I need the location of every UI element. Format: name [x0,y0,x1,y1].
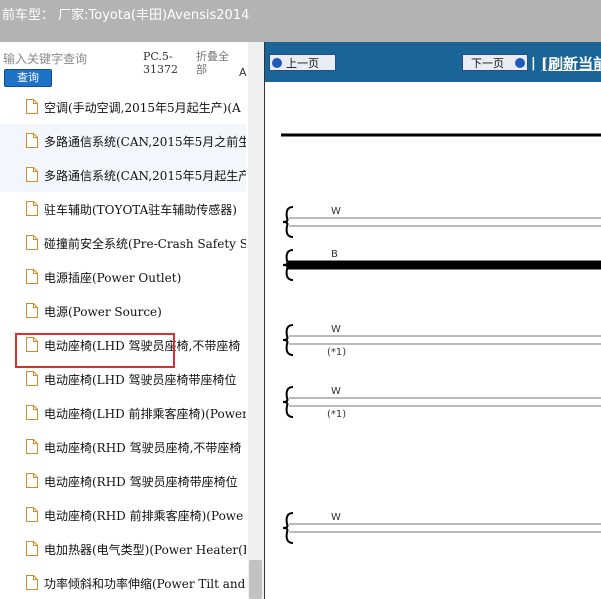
tree-item-label: 电源(Power Source) [44,305,162,319]
next-page-button[interactable]: 下一页 [462,54,528,71]
collapse-all-link[interactable]: 折叠全部 [196,50,234,76]
wiring-diagram: W B W (*1) W (*1) W [281,133,601,544]
wire: B [282,249,601,281]
tree-item[interactable]: 电动座椅(LHD 前排乘客座椅)(Power [0,396,246,430]
wire-note-label: (*1) [327,347,346,358]
wire-break-symbol [282,386,294,418]
tree-item[interactable]: 碰撞前安全系统(Pre-Crash Safety Sy [0,226,246,260]
tree-item[interactable]: 电动座椅(RHD 前排乘客座椅)(Powe [0,498,246,532]
arrow-left-icon [272,58,282,68]
tree-item[interactable]: 电动座椅(LHD 驾驶员座椅,不带座椅 [0,328,246,362]
tree-item[interactable]: 电源插座(Power Outlet) [0,260,246,294]
tree-scrollbar[interactable] [248,42,264,599]
document-icon [26,133,38,148]
tree-item-label: 多路通信系统(CAN,2015年5月起生产 [44,169,246,183]
tree-item-label: 电加热器(电气类型)(Power Heater(El [44,543,246,557]
document-icon [26,269,38,284]
tree-item[interactable]: 电动座椅(RHD 驾驶员座椅,不带座椅 [0,430,246,464]
document-tree: 空调(手动空调,2015年5月起生产)(A 多路通信系统(CAN,2015年5月之… [0,90,248,599]
code-label: PC.5-31372 [143,50,178,76]
search-input[interactable] [3,50,135,68]
document-icon [26,303,38,318]
tree-item[interactable]: 功率倾斜和功率伸缩(Power Tilt and [0,566,246,599]
wire-break-symbol [282,206,294,238]
tree-item[interactable]: 电动座椅(LHD 驾驶员座椅带座椅位 [0,362,246,396]
refresh-current-link[interactable]: [刷新当前 [541,53,601,74]
window-title: 前车型： 厂家:Toyota(丰田)Avensis2014 [2,8,250,23]
tree-scroll-thumb[interactable] [249,560,262,599]
wire: W (*1) [282,386,601,420]
document-icon [26,575,38,590]
tree-item-label: 功率倾斜和功率伸缩(Power Tilt and [44,577,246,591]
tree-item[interactable]: 空调(手动空调,2015年5月起生产)(A [0,90,246,124]
tree-item-label: 电源插座(Power Outlet) [44,271,182,285]
wire-break-symbol [282,324,294,356]
column-letter: A [239,66,247,79]
wire-color-label: W [331,206,341,217]
tree-item-label: 空调(手动空调,2015年5月起生产)(A [44,101,241,115]
tree-item-label: 电动座椅(RHD 驾驶员座椅,不带座椅 [44,441,242,455]
toolbar-separator: | [531,56,536,71]
viewer-toolbar: 上一页 下一页 | [刷新当前 [265,42,601,82]
wire-break-symbol [282,512,294,544]
document-icon [26,541,38,556]
document-icon [26,99,38,114]
tree-item[interactable]: 电加热器(电气类型)(Power Heater(El [0,532,246,566]
tree-item-label: 电动座椅(LHD 驾驶员座椅带座椅位 [44,373,237,387]
document-icon [26,507,38,522]
wire-color-label: B [331,249,338,260]
tree-item[interactable]: 驻车辅助(TOYOTA驻车辅助传感器) [0,192,246,226]
wire-color-label: W [331,386,341,397]
wire-note-label: (*1) [327,409,346,420]
document-icon [26,167,38,182]
tree-item-label: 电动座椅(LHD 驾驶员座椅,不带座椅 [44,339,241,353]
wire: W [282,206,601,238]
search-button[interactable]: 查询 [4,69,52,87]
document-icon [26,371,38,386]
tree-item-label: 电动座椅(LHD 前排乘客座椅)(Power [44,407,246,421]
tree-item[interactable]: 多路通信系统(CAN,2015年5月起生产 [0,158,246,192]
tree-item[interactable]: 多路通信系统(CAN,2015年5月之前生 [0,124,246,158]
document-icon [26,201,38,216]
left-panel: 查询 PC.5-31372 折叠全部 A 空调(手动空调,2015年5月起生产)… [0,42,264,599]
tree-item-label: 电动座椅(RHD 前排乘客座椅)(Powe [44,509,244,523]
next-page-label: 下一页 [471,57,504,70]
wire-color-label: W [331,324,341,335]
title-bar: 前车型： 厂家:Toyota(丰田)Avensis2014 [0,0,601,42]
tree-item-label: 电动座椅(RHD 驾驶员座椅带座椅位 [44,475,238,489]
tree-item[interactable]: 电动座椅(RHD 驾驶员座椅带座椅位 [0,464,246,498]
tree-item-label: 驻车辅助(TOYOTA驻车辅助传感器) [44,203,237,217]
search-area: 查询 [0,42,140,87]
prev-page-button[interactable]: 上一页 [269,54,336,71]
arrow-right-icon [515,58,525,68]
document-viewer: 上一页 下一页 | [刷新当前 W B W (*1) W (*1) W [264,42,601,599]
tree-item-label: 碰撞前安全系统(Pre-Crash Safety Sy [44,237,246,251]
document-icon [26,473,38,488]
document-icon [26,235,38,250]
document-icon [26,405,38,420]
document-icon [26,337,38,352]
tree-item[interactable]: 电源(Power Source) [0,294,246,328]
prev-page-label: 上一页 [286,57,319,70]
wire: W [282,512,601,544]
document-icon [26,439,38,454]
wire-color-label: W [331,512,341,523]
wire: W (*1) [282,324,601,358]
tree-item-label: 多路通信系统(CAN,2015年5月之前生 [44,135,246,149]
